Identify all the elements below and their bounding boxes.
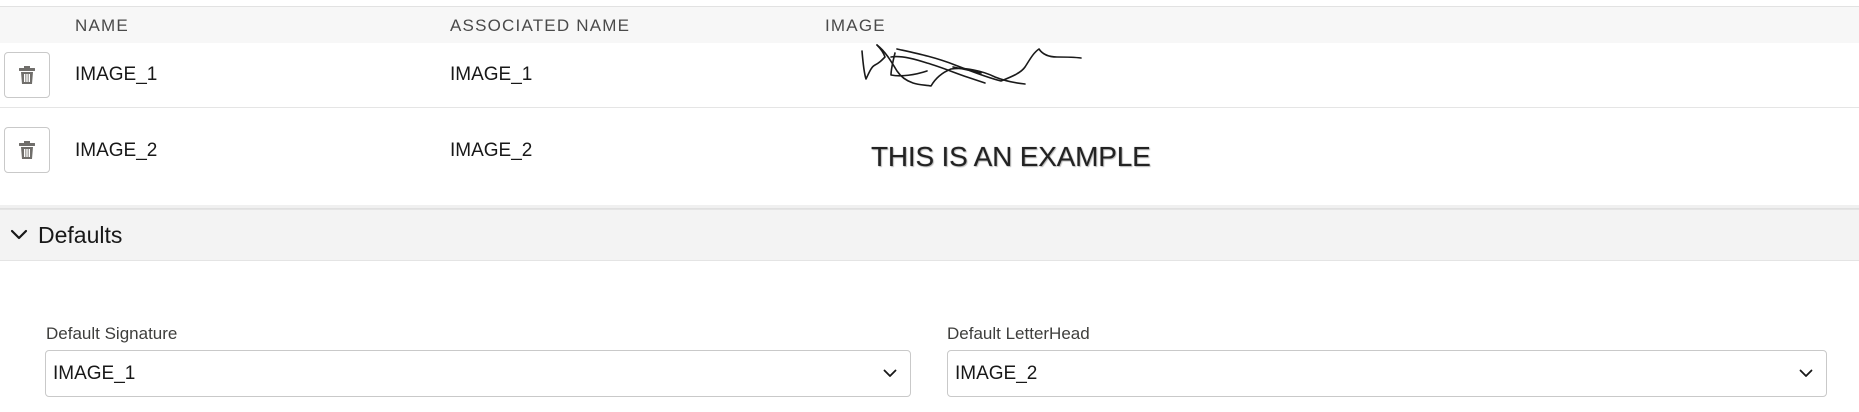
delete-row-button[interactable] — [4, 127, 50, 173]
defaults-section-toggle[interactable]: Defaults — [0, 209, 1859, 261]
table-row: IMAGE_1 IMAGE_1 — [0, 43, 1859, 108]
default-letterhead-value: IMAGE_2 — [955, 362, 1038, 384]
default-letterhead-label: Default LetterHead — [947, 324, 1090, 343]
trash-icon — [19, 66, 35, 84]
chevron-down-icon — [870, 351, 910, 396]
section-title: Defaults — [38, 221, 123, 248]
letterhead-image-text: THIS IS AN EXAMPLE — [871, 141, 1151, 172]
column-header-associated-name[interactable]: ASSOCIATED NAME — [450, 16, 630, 36]
table-header: NAME ASSOCIATED NAME IMAGE — [0, 6, 1859, 44]
row-associated-name: IMAGE_1 — [450, 64, 533, 85]
trash-icon — [19, 141, 35, 159]
default-letterhead-select[interactable]: IMAGE_2 — [947, 350, 1827, 397]
default-signature-label: Default Signature — [46, 324, 178, 343]
delete-row-button[interactable] — [4, 52, 50, 98]
column-header-image[interactable]: IMAGE — [825, 16, 886, 36]
row-associated-name: IMAGE_2 — [450, 140, 533, 161]
chevron-down-icon — [8, 224, 30, 246]
column-header-name[interactable]: NAME — [75, 16, 129, 36]
default-signature-value: IMAGE_1 — [53, 362, 136, 384]
signature-image — [861, 44, 1082, 87]
row-name: IMAGE_2 — [75, 140, 158, 161]
table-footer-divider — [0, 194, 1859, 210]
table-row: IMAGE_2 IMAGE_2 THIS IS AN EXAMPLE — [0, 108, 1859, 195]
chevron-down-icon — [1786, 351, 1826, 396]
default-signature-select[interactable]: IMAGE_1 — [45, 350, 911, 397]
row-name: IMAGE_1 — [75, 64, 158, 85]
